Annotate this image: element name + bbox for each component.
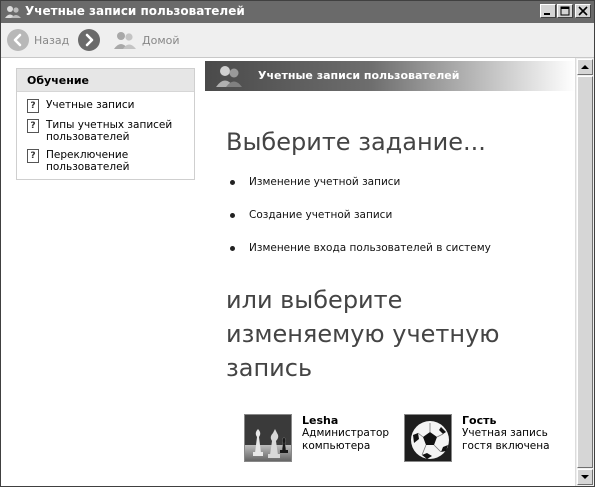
scroll-down-button[interactable] — [577, 469, 593, 485]
user-accounts-window: Учетные записи пользователей Назад Домой… — [0, 0, 595, 487]
learn-about-panel: Обучение ? Учетные записи ? Типы учетных… — [16, 68, 195, 180]
task-change-logon[interactable]: Изменение входа пользователей в систему — [230, 242, 491, 254]
scroll-up-button[interactable] — [577, 59, 593, 75]
task-label: Создание учетной записи — [249, 209, 393, 221]
scroll-thumb[interactable] — [577, 76, 593, 468]
title-bar[interactable]: Учетные записи пользователей — [1, 1, 594, 23]
account-info: Lesha Администратор компьютера — [302, 414, 398, 453]
home-button[interactable]: Домой — [113, 28, 180, 52]
pick-task-heading: Выберите задание... — [226, 128, 486, 156]
learn-item-label: Учетные записи — [46, 99, 135, 111]
minimize-button[interactable] — [540, 4, 556, 18]
vertical-scrollbar[interactable] — [575, 58, 594, 486]
account-description: Администратор компьютера — [302, 427, 390, 452]
account-guest[interactable]: Гость Учетная запись гостя включена — [404, 414, 558, 462]
close-button[interactable] — [575, 4, 591, 18]
account-info: Гость Учетная запись гостя включена — [462, 414, 558, 453]
learn-item-label: Типы учетных записей пользователей — [46, 119, 173, 143]
learn-item-account-types[interactable]: ? Типы учетных записей пользователей — [27, 119, 186, 143]
task-create-account[interactable]: Создание учетной записи — [230, 209, 392, 221]
toolbar: Назад Домой — [1, 23, 594, 58]
users-icon — [5, 6, 21, 18]
task-label: Изменение входа пользователей в систему — [249, 242, 491, 254]
back-arrow-icon — [7, 29, 29, 51]
task-change-account[interactable]: Изменение учетной записи — [230, 176, 400, 188]
close-icon — [578, 6, 588, 16]
account-description: Учетная запись гостя включена — [462, 427, 550, 452]
soccer-ball-picture — [404, 414, 452, 462]
arrow-down-icon — [581, 475, 589, 479]
back-label: Назад — [34, 33, 70, 47]
learn-panel-title: Обучение — [27, 74, 89, 87]
question-icon: ? — [27, 119, 39, 133]
learn-item-switch-users[interactable]: ? Переключение пользователей — [27, 149, 186, 173]
bullet-icon — [230, 212, 235, 218]
left-pane: Обучение ? Учетные записи ? Типы учетных… — [1, 58, 205, 486]
maximize-button[interactable] — [557, 4, 573, 18]
forward-button[interactable] — [78, 28, 100, 52]
pick-account-heading: или выберите изменяемую учетную запись — [226, 286, 500, 382]
home-label: Домой — [142, 33, 180, 47]
maximize-icon — [560, 6, 570, 16]
learn-item-accounts[interactable]: ? Учетные записи — [27, 99, 186, 113]
window-title: Учетные записи пользователей — [25, 4, 245, 18]
main-content: Учетные записи пользователей Выберите за… — [205, 58, 575, 486]
forward-arrow-icon — [78, 29, 100, 51]
users-home-icon — [114, 32, 136, 49]
back-button[interactable]: Назад — [7, 28, 69, 52]
account-lesha[interactable]: Lesha Администратор компьютера — [244, 414, 398, 462]
users-icon — [216, 66, 242, 87]
learn-item-label: Переключение пользователей — [46, 149, 130, 173]
account-name: Гость — [462, 414, 497, 427]
account-name: Lesha — [302, 414, 339, 427]
minimize-icon — [544, 13, 550, 15]
header-band: Учетные записи пользователей — [205, 61, 575, 91]
question-icon: ? — [27, 99, 39, 113]
band-title: Учетные записи пользователей — [258, 69, 460, 82]
chess-pieces-picture — [244, 414, 292, 462]
task-label: Изменение учетной записи — [249, 176, 401, 188]
bullet-icon — [230, 179, 235, 185]
question-icon: ? — [27, 149, 39, 163]
arrow-up-icon — [581, 65, 589, 69]
bullet-icon — [230, 245, 235, 251]
